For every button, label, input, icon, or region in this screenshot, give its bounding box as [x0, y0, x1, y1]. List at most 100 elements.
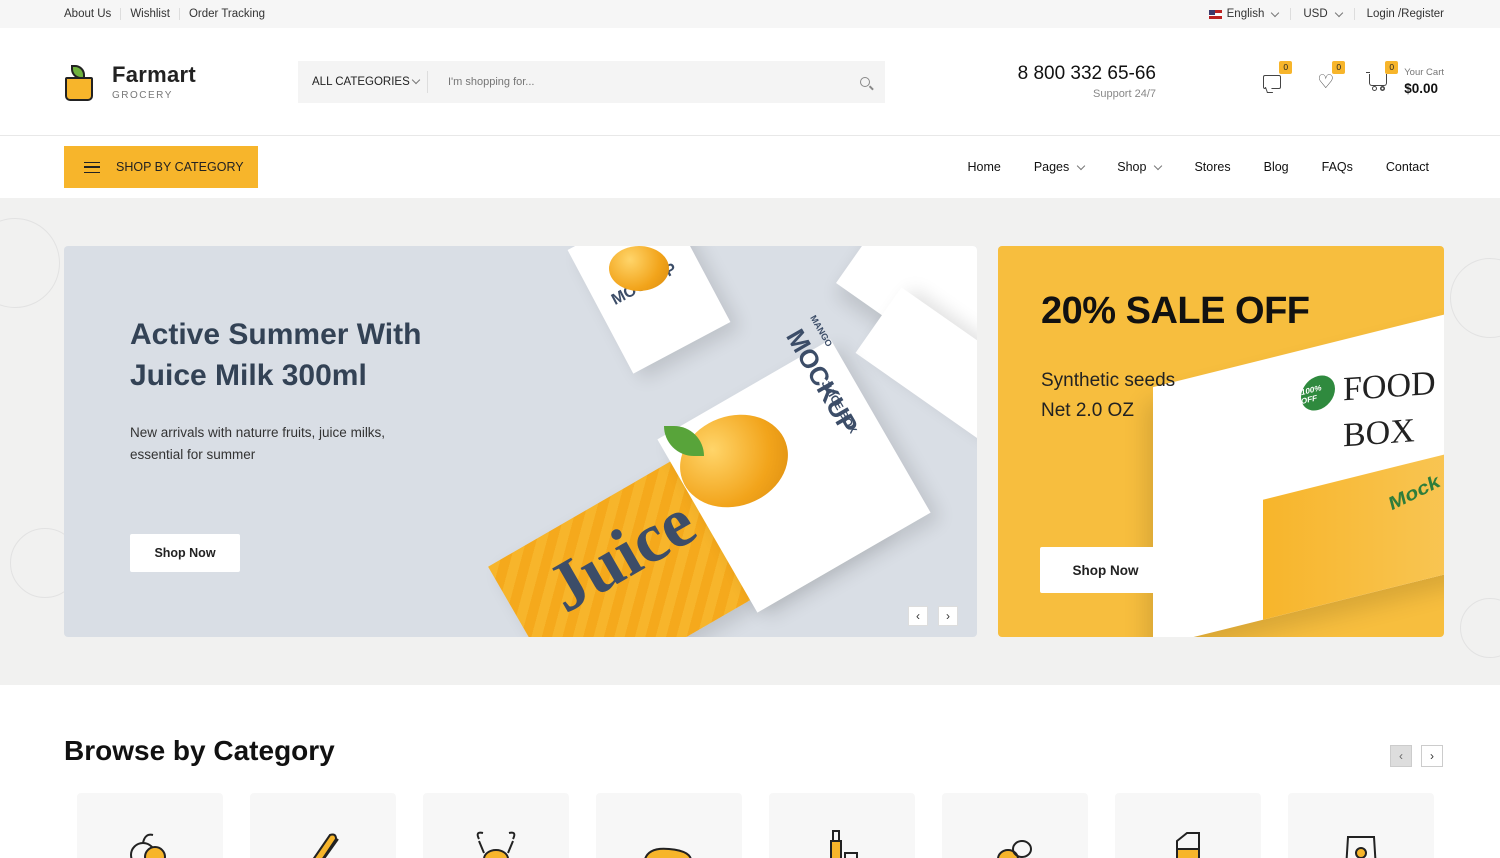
phone-number: 8 800 332 65-66: [1017, 63, 1156, 84]
wishlist-link[interactable]: Wishlist: [121, 8, 180, 20]
chevron-right-icon: ›: [1430, 749, 1434, 763]
chevron-left-icon: ‹: [1399, 749, 1403, 763]
milk-icon: [1176, 832, 1200, 858]
header-icons: 0 ♡ 0 0 Your Cart $0.00: [1231, 60, 1444, 96]
food-box-text: FOOD BOX: [1343, 364, 1436, 455]
order-tracking-link[interactable]: Order Tracking: [180, 8, 274, 20]
about-us-link[interactable]: About Us: [64, 8, 122, 20]
bread-icon: [312, 833, 339, 858]
cart-button[interactable]: 0: [1366, 60, 1399, 93]
menu-icon: [84, 161, 100, 173]
us-flag-icon: [1208, 9, 1222, 19]
hero-text: Active Summer With Juice Milk 300ml New …: [130, 314, 450, 466]
language-selector[interactable]: English: [1197, 8, 1292, 20]
nav-label: Contact: [1385, 160, 1429, 174]
logo-name: Farmart: [112, 62, 197, 87]
category-select[interactable]: ALL CATEGORIES: [298, 70, 428, 93]
cart-summary[interactable]: Your Cart $0.00: [1404, 67, 1444, 96]
heart-icon: ♡: [1317, 71, 1335, 93]
nav-item-home[interactable]: Home: [967, 160, 1000, 174]
chevron-down-icon: [1271, 8, 1280, 17]
chevron-right-icon: ›: [946, 609, 950, 623]
nav-menu: Home Pages Shop Stores Blog FAQs Contact: [934, 160, 1429, 174]
compare-button[interactable]: 0: [1262, 60, 1293, 93]
category-next-button[interactable]: ›: [1421, 745, 1443, 767]
promo-line-1: Synthetic seeds: [1041, 370, 1176, 391]
chevron-down-icon: [411, 75, 421, 85]
fruit-icon: [130, 833, 166, 858]
cart-amount: $0.00: [1404, 81, 1439, 96]
cart-count-badge: 0: [1385, 60, 1399, 74]
chevron-down-icon: [1077, 161, 1086, 170]
seal-badge: 100% OFF: [1301, 371, 1335, 415]
promo-shop-now-button[interactable]: Shop Now: [1040, 547, 1171, 593]
nav-item-stores[interactable]: Stores: [1194, 160, 1230, 174]
decorative-doodle: [1450, 258, 1500, 338]
browse-category-title: Browse by Category: [64, 735, 335, 766]
top-links: About Us Wishlist Order Tracking: [64, 8, 274, 20]
promo-title: 20% SALE OFF: [1041, 290, 1310, 332]
login-register-link[interactable]: Login /Register: [1355, 8, 1444, 20]
search-icon: [860, 76, 870, 87]
grocery-bag-icon: [64, 63, 96, 101]
nav-item-blog[interactable]: Blog: [1264, 160, 1289, 174]
category-card-fruits[interactable]: [77, 793, 223, 858]
wishlist-count-badge: 0: [1332, 60, 1346, 74]
hero-section: MOCKUP Juice MOCKUP JUICE BOX MANGO Acti…: [0, 198, 1500, 685]
nav-label: FAQs: [1321, 160, 1353, 174]
slider-prev-button[interactable]: ‹: [908, 606, 928, 626]
food-box-artwork: 100% OFF FOOD BOX Mock: [1153, 304, 1444, 637]
compare-icon: [1263, 74, 1282, 89]
promo-banner: 100% OFF FOOD BOX Mock 20% SALE OFF Synt…: [998, 246, 1444, 637]
hero-title: Active Summer With Juice Milk 300ml: [130, 318, 422, 392]
currency-selector[interactable]: USD: [1291, 8, 1355, 20]
language-label: English: [1226, 8, 1265, 20]
hero-shop-now-button[interactable]: Shop Now: [130, 534, 240, 572]
wishlist-button[interactable]: ♡ 0: [1315, 60, 1346, 93]
cart-label: Your Cart: [1404, 67, 1444, 78]
hero-slider: MOCKUP Juice MOCKUP JUICE BOX MANGO Acti…: [64, 246, 977, 637]
top-right: English USD Login /Register: [1197, 8, 1444, 20]
site-logo[interactable]: Farmart GROCERY: [64, 62, 298, 101]
nav-item-shop[interactable]: Shop: [1117, 160, 1163, 174]
nav-label: Blog: [1263, 160, 1289, 174]
nav-item-faqs[interactable]: FAQs: [1322, 160, 1353, 174]
category-prev-button[interactable]: ‹: [1390, 745, 1412, 767]
support-label: Support 24/7: [1093, 88, 1156, 100]
category-card-dairy[interactable]: [1115, 793, 1261, 858]
meat-icon: [644, 847, 692, 858]
search-input[interactable]: [428, 75, 845, 88]
category-card-pet-food[interactable]: [1288, 793, 1434, 858]
login-label: Login /Register: [1366, 8, 1444, 20]
shop-by-category-label: SHOP BY CATEGORY: [116, 160, 244, 174]
main-nav: SHOP BY CATEGORY Home Pages Shop Stores …: [0, 136, 1500, 198]
search-bar: ALL CATEGORIES: [298, 60, 885, 103]
seafood-icon: [476, 831, 516, 858]
top-bar: About Us Wishlist Order Tracking English…: [0, 0, 1500, 28]
hero-description: New arrivals with naturre fruits, juice …: [130, 425, 386, 462]
category-card-drinks[interactable]: [769, 793, 915, 858]
coffee-icon: [997, 840, 1032, 858]
category-card-meat[interactable]: [596, 793, 742, 858]
slider-next-button[interactable]: ›: [938, 606, 958, 626]
chevron-down-icon: [1154, 161, 1163, 170]
nav-label: Stores: [1194, 160, 1231, 174]
chevron-down-icon: [1334, 8, 1343, 17]
chevron-left-icon: ‹: [916, 609, 920, 623]
category-card-bakery[interactable]: [250, 793, 396, 858]
decorative-doodle: [0, 218, 60, 308]
promo-subtitle: Synthetic seeds Net 2.0 OZ: [1041, 366, 1175, 426]
shop-by-category-button[interactable]: SHOP BY CATEGORY: [64, 146, 258, 188]
nav-label: Home: [967, 160, 1001, 174]
drinks-icon: [830, 830, 858, 858]
nav-item-contact[interactable]: Contact: [1386, 160, 1429, 174]
category-select-label: ALL CATEGORIES: [312, 75, 410, 88]
category-card-coffee[interactable]: [942, 793, 1088, 858]
compare-count-badge: 0: [1279, 60, 1293, 74]
category-card-seafood[interactable]: [423, 793, 569, 858]
decorative-doodle: [1460, 598, 1500, 658]
search-button[interactable]: [845, 76, 885, 87]
category-carousel: [77, 793, 1434, 858]
nav-item-pages[interactable]: Pages: [1034, 160, 1086, 174]
main-header: Farmart GROCERY ALL CATEGORIES 8 800 332…: [0, 28, 1500, 136]
